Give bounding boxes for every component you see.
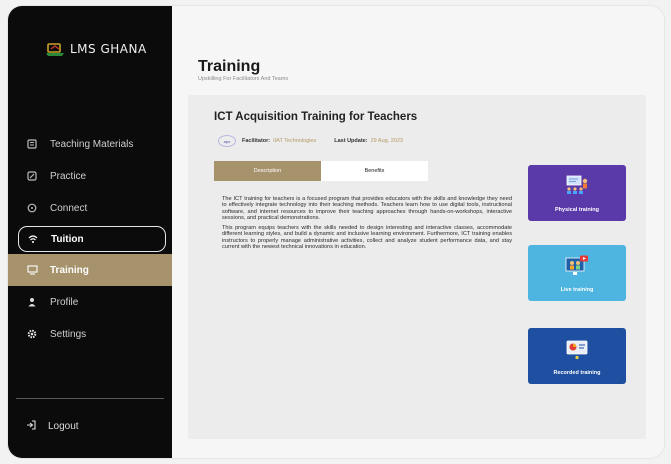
sidebar-item-connect[interactable]: Connect <box>8 192 172 224</box>
classroom-icon <box>564 175 590 200</box>
sidebar-item-label: Teaching Materials <box>50 138 134 150</box>
sidebar: LMS GHANA Teaching Materials Practice Co… <box>8 6 172 458</box>
logout-button[interactable]: Logout <box>26 420 79 433</box>
course-card: ICT Acquisition Training for Teachers ap… <box>188 95 646 439</box>
logout-label: Logout <box>48 421 79 432</box>
logo[interactable]: LMS GHANA <box>46 42 147 56</box>
sidebar-item-label: Training <box>50 264 89 276</box>
app-window: LMS GHANA Teaching Materials Practice Co… <box>8 6 664 458</box>
sidebar-item-practice[interactable]: Practice <box>8 160 172 192</box>
page-subtitle: Upskilling For Facilitators And Teams <box>198 76 289 82</box>
tile-label: Physical training <box>554 207 599 213</box>
sidebar-item-teaching-materials[interactable]: Teaching Materials <box>8 128 172 160</box>
sidebar-nav: Teaching Materials Practice Connect Tuit… <box>8 128 172 350</box>
tab-benefits[interactable]: Benefits <box>321 161 428 181</box>
description-paragraph: This program equips teachers with the sk… <box>222 225 512 251</box>
course-tabs: Description Benefits <box>214 161 428 181</box>
logout-icon <box>26 420 36 433</box>
course-title: ICT Acquisition Training for Teachers <box>214 111 418 123</box>
sidebar-item-settings[interactable]: Settings <box>8 318 172 350</box>
main-content: Training Upskilling For Facilitators And… <box>172 6 664 458</box>
logo-icon <box>46 42 64 56</box>
course-meta: apn Facilitator: IIAT Technologies Last … <box>218 135 421 147</box>
page-title: Training <box>198 58 261 75</box>
facilitator-logo: apn <box>218 135 236 147</box>
sidebar-item-label: Profile <box>50 296 79 308</box>
tab-description[interactable]: Description <box>214 161 321 181</box>
book-icon <box>26 138 38 150</box>
sidebar-item-tuition[interactable]: Tuition <box>18 226 166 252</box>
live-training-tile[interactable]: Live training <box>528 245 626 301</box>
logo-text: LMS GHANA <box>70 42 147 56</box>
recorded-video-icon <box>564 338 590 365</box>
sidebar-item-training[interactable]: Training <box>8 254 172 286</box>
last-update-value: 29 Aug, 2023 <box>370 138 403 144</box>
wifi-icon <box>27 233 39 245</box>
last-update-label: Last Update: <box>334 138 368 144</box>
user-icon <box>26 296 38 308</box>
gear-icon <box>26 328 38 340</box>
edit-icon <box>26 170 38 182</box>
sidebar-divider <box>16 398 164 399</box>
description-paragraph: The ICT training for teachers is a focus… <box>222 196 512 221</box>
course-description: The ICT training for teachers is a focus… <box>222 196 512 254</box>
training-icon <box>26 264 38 276</box>
tile-label: Live training <box>560 287 594 293</box>
live-video-icon <box>564 255 590 282</box>
sidebar-item-label: Tuition <box>51 233 84 245</box>
tile-label: Recorded training <box>553 370 601 376</box>
physical-training-tile[interactable]: Physical training <box>528 165 626 221</box>
sidebar-item-profile[interactable]: Profile <box>8 286 172 318</box>
sidebar-item-label: Connect <box>50 202 88 214</box>
facilitator-label: Facilitator: <box>242 138 271 144</box>
chat-icon <box>26 202 38 214</box>
recorded-training-tile[interactable]: Recorded training <box>528 328 626 384</box>
facilitator-value[interactable]: IIAT Technologies <box>273 138 316 144</box>
sidebar-item-label: Practice <box>50 170 87 182</box>
sidebar-item-label: Settings <box>50 328 87 340</box>
